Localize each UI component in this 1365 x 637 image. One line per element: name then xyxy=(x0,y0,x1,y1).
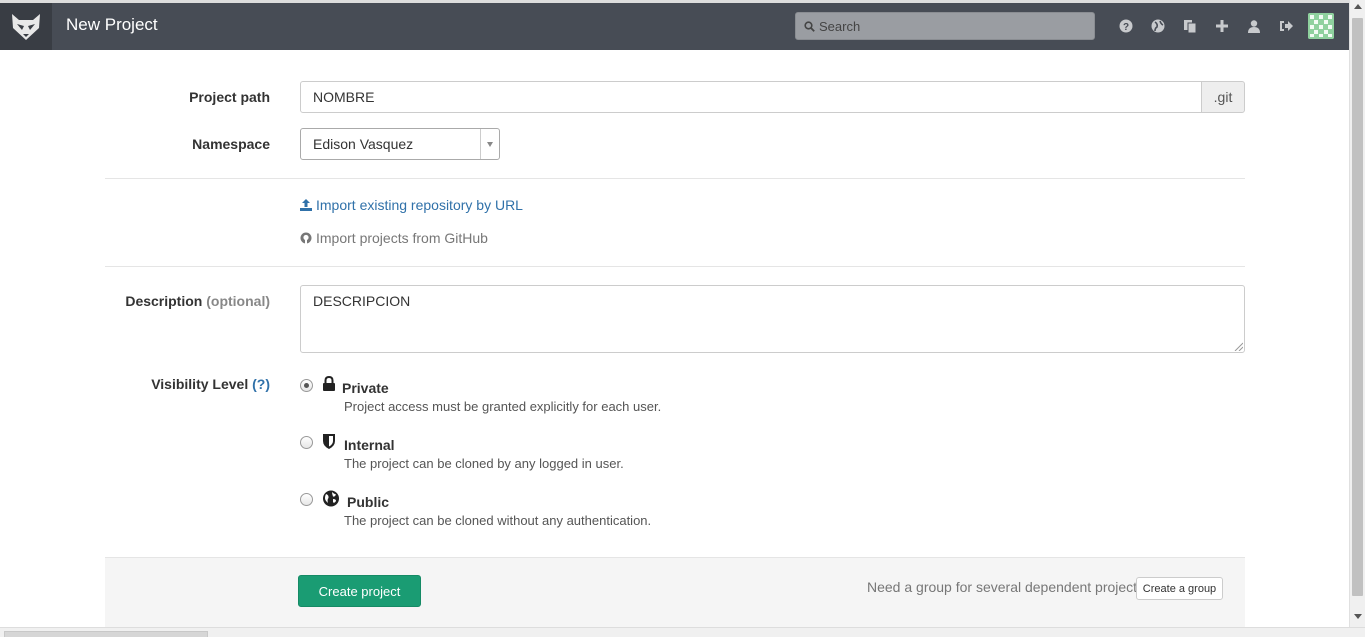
radio-private[interactable] xyxy=(300,379,313,392)
top-icons: ? xyxy=(1110,15,1302,37)
plus-icon[interactable] xyxy=(1206,15,1238,37)
horizontal-scrollbar-thumb[interactable] xyxy=(4,631,208,637)
namespace-select[interactable]: Edison Vasquez xyxy=(300,128,500,160)
internal-desc: The project can be cloned by any logged … xyxy=(344,456,624,471)
radio-public[interactable] xyxy=(300,493,313,506)
divider xyxy=(105,178,1245,179)
chevron-down-icon[interactable] xyxy=(480,129,499,159)
import-url-label: Import existing repository by URL xyxy=(316,197,523,213)
import-github-link[interactable]: Import projects from GitHub xyxy=(300,230,488,246)
globe-icon xyxy=(323,490,339,507)
user-icon[interactable] xyxy=(1238,15,1270,37)
github-icon xyxy=(300,232,312,244)
scroll-down-arrow-icon[interactable] xyxy=(1354,614,1362,619)
visibility-label-text: Visibility Level xyxy=(151,376,249,392)
namespace-label: Namespace xyxy=(192,136,270,152)
sign-out-icon[interactable] xyxy=(1270,15,1302,37)
import-github-label: Import projects from GitHub xyxy=(316,230,488,246)
optional-hint: (optional) xyxy=(206,293,270,309)
globe-icon[interactable] xyxy=(1142,15,1174,37)
fox-logo-icon xyxy=(12,13,40,40)
horizontal-scrollbar[interactable] xyxy=(0,627,1365,637)
copy-icon[interactable] xyxy=(1174,15,1206,37)
git-suffix: .git xyxy=(1201,81,1245,113)
lock-icon xyxy=(323,376,335,391)
public-title: Public xyxy=(347,494,390,510)
top-navbar: New Project ? xyxy=(0,0,1349,50)
search-box[interactable] xyxy=(795,12,1095,40)
divider xyxy=(105,266,1245,267)
internal-title: Internal xyxy=(344,437,395,453)
shield-icon xyxy=(323,434,335,449)
avatar[interactable] xyxy=(1308,13,1334,39)
description-textarea[interactable]: DESCRIPCION xyxy=(300,285,1245,353)
project-path-input[interactable] xyxy=(300,81,1202,113)
description-label-text: Description xyxy=(125,293,203,309)
page-title: New Project xyxy=(66,15,158,34)
svg-text:?: ? xyxy=(1123,22,1129,33)
description-label: Description (optional) xyxy=(100,293,270,309)
upload-icon xyxy=(300,199,312,211)
group-hint: Need a group for several dependent proje… xyxy=(867,579,1152,595)
search-input[interactable] xyxy=(819,18,1089,34)
private-desc: Project access must be granted explicitl… xyxy=(344,399,662,414)
private-title: Private xyxy=(342,380,389,396)
create-group-button[interactable]: Create a group xyxy=(1136,577,1223,600)
create-project-button[interactable]: Create project xyxy=(298,575,421,607)
help-icon[interactable]: ? xyxy=(1110,15,1142,37)
search-icon xyxy=(804,20,815,32)
radio-internal[interactable] xyxy=(300,436,313,449)
identicon-icon xyxy=(1308,13,1334,39)
vertical-scrollbar[interactable] xyxy=(1349,0,1365,627)
resize-handle-icon[interactable] xyxy=(1234,342,1243,351)
gitlab-logo[interactable] xyxy=(0,3,52,50)
visibility-label: Visibility Level (?) xyxy=(100,376,270,392)
scroll-up-arrow-icon[interactable] xyxy=(1354,4,1362,9)
scrollbar-thumb[interactable] xyxy=(1352,18,1363,596)
public-desc: The project can be cloned without any au… xyxy=(344,513,652,528)
namespace-selected-value: Edison Vasquez xyxy=(313,136,414,152)
import-url-link[interactable]: Import existing repository by URL xyxy=(300,197,523,213)
visibility-help-link[interactable]: (?) xyxy=(252,376,270,392)
project-path-label: Project path xyxy=(189,89,270,105)
